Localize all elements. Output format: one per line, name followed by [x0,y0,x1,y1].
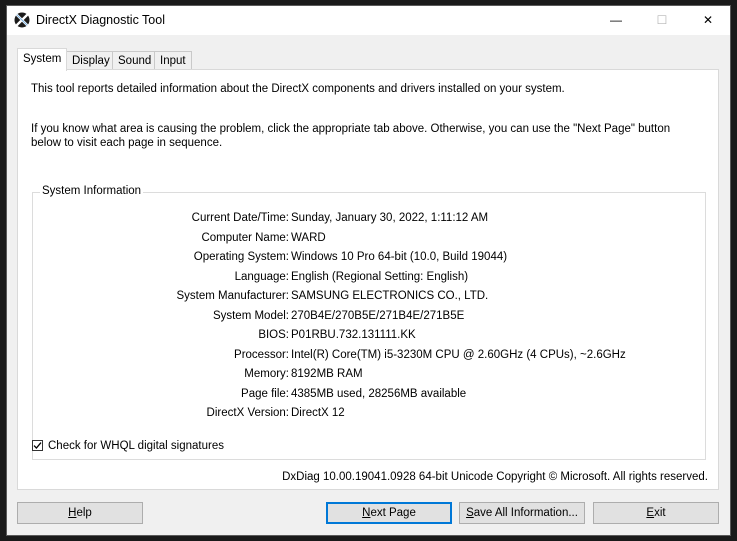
tab-display[interactable]: Display [66,51,116,69]
info-label: Computer Name: [201,231,289,244]
dxdiag-window: DirectX Diagnostic Tool — ☐ ✕ System Dis… [6,5,731,536]
info-row-directx-version: DirectX Version: DirectX 12 [33,405,705,421]
info-value: WARD [291,231,326,244]
info-label: DirectX Version: [206,407,289,419]
info-value: 270B4E/270B5E/271B4E/271B5E [291,309,465,322]
info-value: English (Regional Setting: English) [291,270,469,283]
info-row-date-time: Current Date/Time: Sunday, January 30, 2… [33,210,705,226]
exit-button[interactable]: Exit [593,502,719,524]
exit-button-label: xit [654,507,666,519]
info-row-operating-system: Operating System: Windows 10 Pro 64-bit … [33,249,705,265]
checkmark-icon [33,442,42,449]
next-page-button-label: ext Page [370,507,416,519]
tab-input[interactable]: Input [154,51,192,69]
help-button[interactable]: Help [17,502,143,524]
help-button-label: elp [76,507,92,519]
minimize-button[interactable]: — [593,6,639,35]
info-label: Page file: [241,387,289,400]
info-value: DirectX 12 [291,407,345,419]
info-value: P01RBU.732.131111.KK [291,329,416,341]
system-information-group: System Information Current Date/Time: Su… [32,185,706,460]
info-label: BIOS: [258,329,289,341]
info-value: SAMSUNG ELECTRONICS CO., LTD. [291,290,489,302]
system-tab-panel: This tool reports detailed information a… [17,69,719,490]
info-row-bios: BIOS: P01RBU.732.131111.KK [33,327,705,343]
info-row-language: Language: English (Regional Setting: Eng… [33,269,705,285]
save-button-label: ave All Information... [473,507,578,519]
info-row-system-model: System Model: 270B4E/270B5E/271B4E/271B5… [33,308,705,324]
info-label: System Manufacturer: [176,290,289,302]
minimize-icon: — [610,13,622,27]
maximize-icon: ☐ [656,13,668,27]
info-label: System Model: [212,309,289,322]
info-value: Intel(R) Core(TM) i5-3230M CPU @ 2.60GHz… [291,348,626,361]
info-row-processor: Processor: Intel(R) Core(TM) i5-3230M CP… [33,347,705,363]
close-button[interactable]: ✕ [685,6,731,35]
directx-app-icon [14,12,30,28]
whql-label[interactable]: Check for WHQL digital signatures [48,438,224,454]
info-label: Current Date/Time: [191,212,289,224]
info-value: Sunday, January 30, 2022, 1:11:12 AM [291,212,489,224]
info-label: Processor: [234,348,289,361]
info-row-memory: Memory: 8192MB RAM [33,366,705,382]
info-row-computer-name: Computer Name: WARD [33,230,705,246]
copyright-text: DxDiag 10.00.19041.0928 64-bit Unicode C… [282,471,708,483]
info-value: 4385MB used, 28256MB available [291,387,467,400]
tab-sound[interactable]: Sound [112,51,158,69]
group-title: System Information [40,185,144,197]
maximize-button[interactable]: ☐ [639,6,685,35]
info-label: Memory: [244,368,289,380]
exit-button-mnemonic: E [646,507,655,519]
window-title: DirectX Diagnostic Tool [36,13,165,27]
next-page-button[interactable]: Next Page [326,502,452,524]
info-value: 8192MB RAM [291,368,363,380]
title-bar[interactable]: DirectX Diagnostic Tool — ☐ ✕ [7,6,730,35]
close-icon: ✕ [702,13,714,27]
whql-checkbox[interactable] [32,440,43,451]
save-all-information-button[interactable]: Save All Information... [459,502,585,524]
tab-system[interactable]: System [17,48,68,71]
info-label: Operating System: [193,251,289,263]
save-button-mnemonic: S [466,507,474,519]
intro-text: This tool reports detailed information a… [31,83,565,95]
info-label: Language: [234,270,289,283]
info-row-system-manufacturer: System Manufacturer: SAMSUNG ELECTRONICS… [33,288,705,304]
instructions-text: If you know what area is causing the pro… [31,123,671,149]
info-value: Windows 10 Pro 64-bit (10.0, Build 19044… [291,251,508,263]
info-row-page-file: Page file: 4385MB used, 28256MB availabl… [33,386,705,402]
